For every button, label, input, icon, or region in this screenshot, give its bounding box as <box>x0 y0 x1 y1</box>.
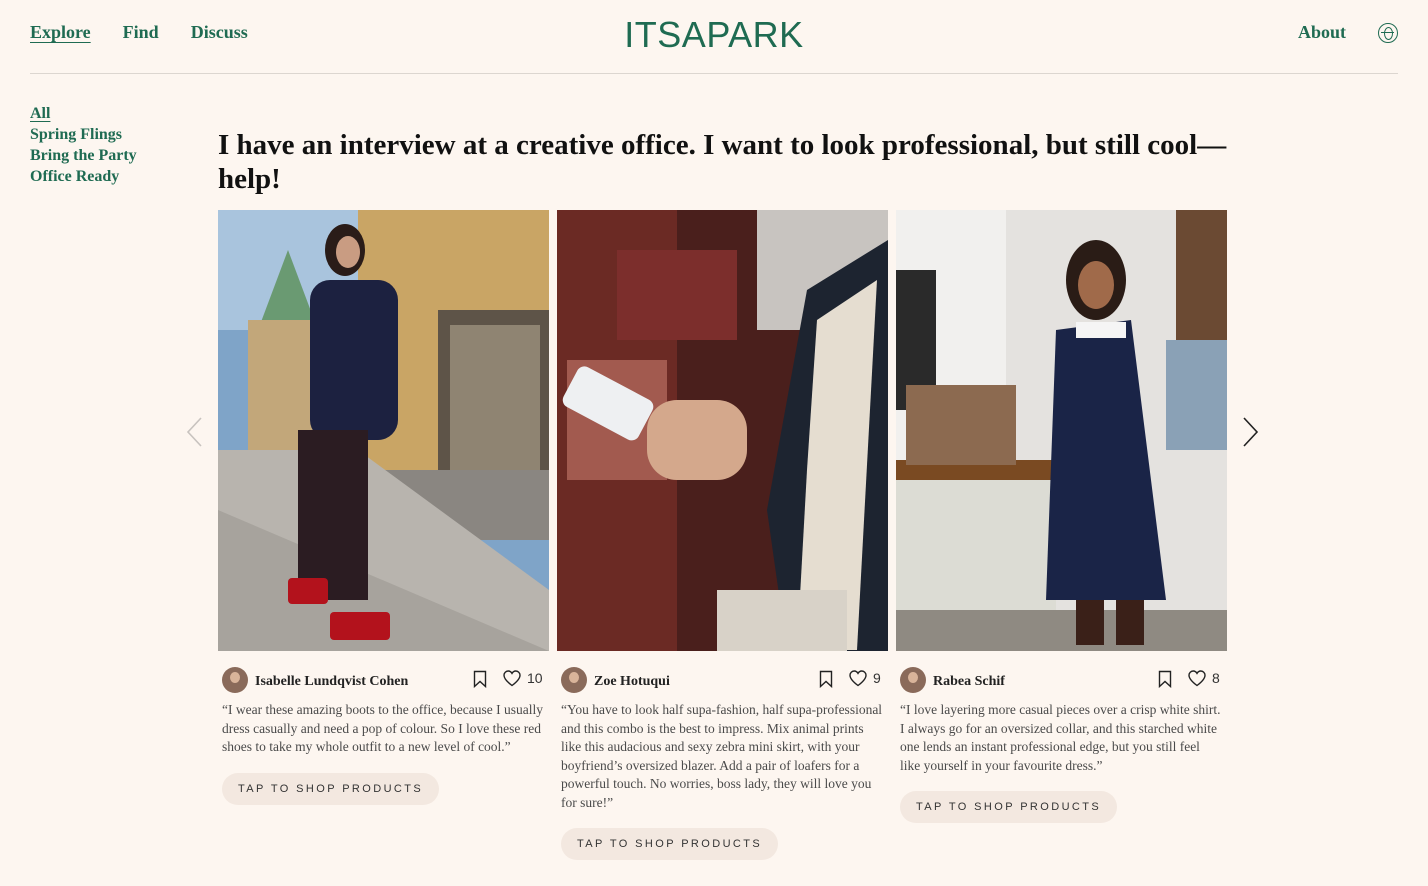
nav-about[interactable]: About <box>1298 22 1346 43</box>
sidebar-item-office-ready[interactable]: Office Ready <box>30 166 137 187</box>
top-nav: Explore Find Discuss ITSAPARK About <box>30 0 1398 74</box>
card-meta: Isabelle Lundqvist Cohen 10 <box>218 665 549 701</box>
like-count: 10 <box>527 670 543 686</box>
carousel-next-button[interactable] <box>1240 416 1260 448</box>
heart-icon[interactable] <box>503 670 521 687</box>
photo-woman-floral-dress-kitchen <box>896 210 1227 651</box>
author-name[interactable]: Zoe Hotuqui <box>594 674 670 690</box>
heart-icon[interactable] <box>1188 670 1206 687</box>
sidebar-item-all[interactable]: All <box>30 103 137 124</box>
heart-icon[interactable] <box>849 670 867 687</box>
look-photo[interactable] <box>218 210 549 651</box>
look-photo[interactable] <box>557 210 888 651</box>
category-sidebar: All Spring Flings Bring the Party Office… <box>30 103 137 187</box>
globe-icon[interactable] <box>1378 22 1398 43</box>
shop-products-button[interactable]: TAP TO SHOP PRODUCTS <box>561 828 779 860</box>
chevron-left-icon <box>186 417 202 447</box>
nav-links: Explore Find Discuss <box>30 22 248 43</box>
site-logo[interactable]: ITSAPARK <box>624 14 803 56</box>
bookmark-icon[interactable] <box>473 670 487 688</box>
look-card: Isabelle Lundqvist Cohen 10 “I wear thes… <box>218 210 549 805</box>
carousel-prev-button[interactable] <box>185 416 205 448</box>
author-name[interactable]: Rabea Schif <box>933 674 1005 690</box>
nav-explore[interactable]: Explore <box>30 22 91 43</box>
page-title: I have an interview at a creative office… <box>218 129 1227 195</box>
look-card: Rabea Schif 8 “I love layering more casu… <box>896 210 1227 823</box>
sidebar-item-bring-the-party[interactable]: Bring the Party <box>30 145 137 166</box>
bookmark-icon[interactable] <box>1158 670 1172 688</box>
shop-products-button[interactable]: TAP TO SHOP PRODUCTS <box>900 791 1118 823</box>
bookmark-icon[interactable] <box>819 670 833 688</box>
card-meta: Rabea Schif 8 <box>896 665 1227 701</box>
like-count: 9 <box>873 670 881 686</box>
look-card: Zoe Hotuqui 9 “You have to look half sup… <box>557 210 888 860</box>
nav-find[interactable]: Find <box>123 22 159 43</box>
avatar[interactable] <box>222 667 248 693</box>
avatar[interactable] <box>561 667 587 693</box>
avatar[interactable] <box>900 667 926 693</box>
sidebar-item-spring-flings[interactable]: Spring Flings <box>30 124 137 145</box>
nav-right: About <box>1298 22 1398 43</box>
chevron-right-icon <box>1243 417 1259 447</box>
look-quote: “You have to look half supa-fashion, hal… <box>561 702 883 810</box>
photo-woman-navy-suit-red-boots <box>218 210 549 651</box>
author-name[interactable]: Isabelle Lundqvist Cohen <box>255 674 408 690</box>
look-photo[interactable] <box>896 210 1227 651</box>
like-count: 8 <box>1212 670 1220 686</box>
photo-blurred-phone-blazer <box>557 210 888 651</box>
card-meta: Zoe Hotuqui 9 <box>557 665 888 701</box>
nav-discuss[interactable]: Discuss <box>191 22 248 43</box>
look-quote: “I love layering more casual pieces over… <box>900 702 1221 773</box>
shop-products-button[interactable]: TAP TO SHOP PRODUCTS <box>222 772 440 805</box>
look-quote: “I wear these amazing boots to the offic… <box>222 702 544 754</box>
